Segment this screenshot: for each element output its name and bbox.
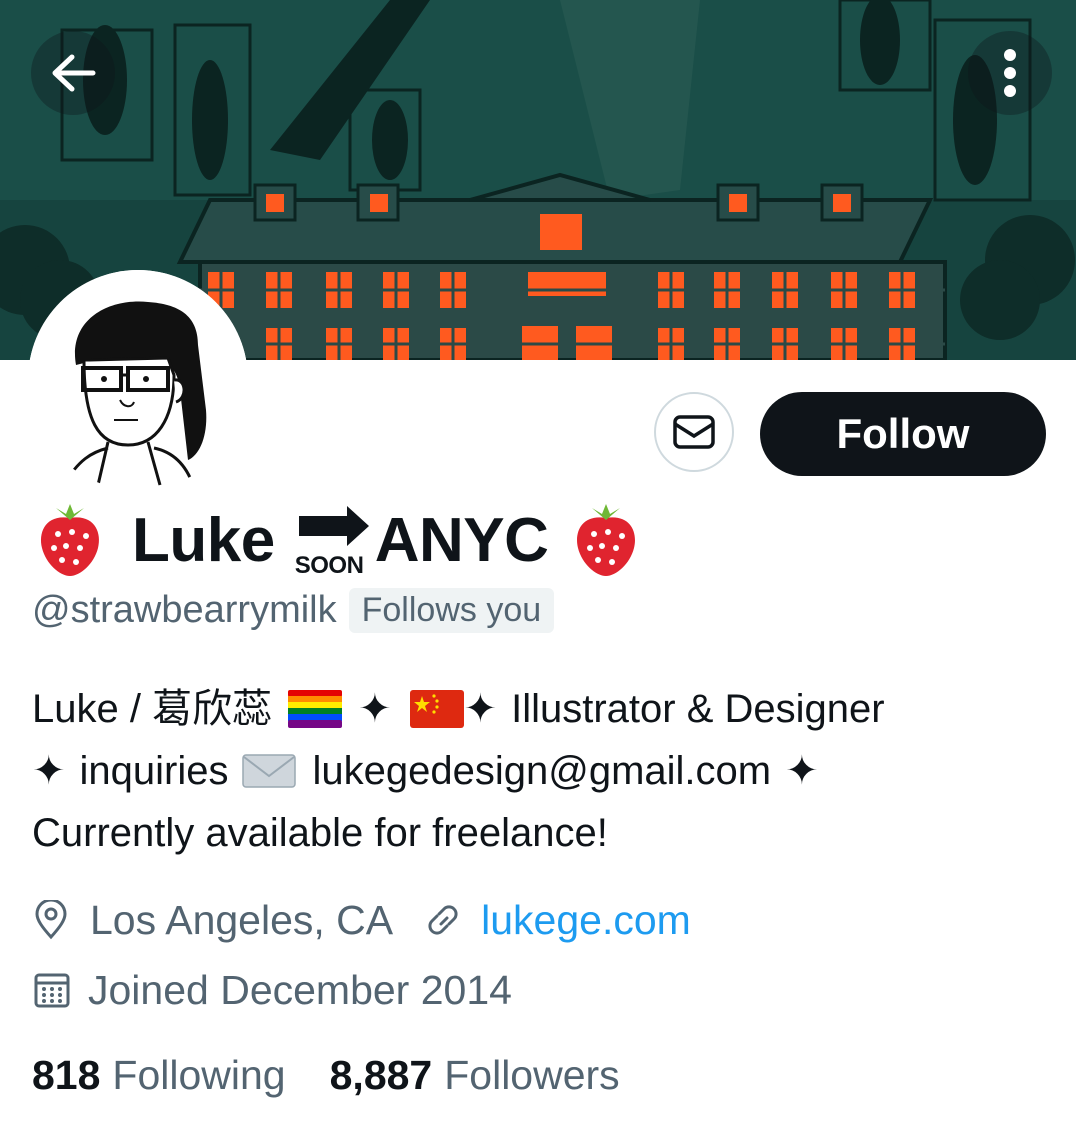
website-link[interactable]: lukege.com (481, 897, 691, 944)
display-name-start: Luke (132, 505, 275, 575)
following-label: Following (112, 1052, 286, 1098)
soon-emoji: SOON (295, 500, 373, 580)
message-button[interactable] (654, 392, 734, 472)
back-button[interactable] (31, 31, 115, 115)
envelope-emoji-icon (242, 754, 297, 788)
followers-link[interactable]: 8,887 Followers (330, 1052, 620, 1099)
profile-bio: Luke / 葛欣蕊 ✦ ✦ Illustrator & Designer ✦ … (32, 678, 1042, 864)
display-name: Luke SOON ANYC (36, 495, 640, 585)
back-arrow-icon (52, 54, 96, 92)
soon-arrow-icon (298, 506, 369, 546)
follows-you-badge: Follows you (348, 587, 555, 633)
calendar-icon (34, 973, 70, 1008)
location-text: Los Angeles, CA (90, 896, 394, 943)
soon-label: SOON (294, 552, 364, 579)
following-link[interactable]: 818 Following (32, 1052, 286, 1099)
follow-stats: 818 Following 8,887 Followers (32, 1052, 620, 1099)
sparkle-text: ✦ (358, 687, 392, 731)
avatar-illustration (28, 270, 248, 490)
profile-meta-joined: Joined December 2014 (32, 960, 512, 1020)
follow-button[interactable]: Follow (760, 392, 1046, 476)
sparkle-text: ✦ (463, 687, 498, 731)
sparkle-text: ✦ (32, 749, 66, 793)
bio-line-3: Currently available for freelance! (32, 802, 1042, 864)
more-vertical-icon (1004, 49, 1016, 97)
avatar[interactable] (28, 270, 248, 490)
link-icon (428, 905, 458, 935)
username-handle: @strawbearrymilk (32, 588, 337, 631)
bio-email-text: lukegedesign@gmail.com (312, 749, 772, 793)
bio-line-2: ✦ inquiries lukegedesign@gmail.com ✦ (32, 740, 1042, 802)
bio-line-1: Luke / 葛欣蕊 ✦ ✦ Illustrator & Designer (32, 678, 1042, 740)
strawberry-icon (577, 504, 636, 576)
following-count: 818 (32, 1052, 101, 1098)
china-flag-icon (409, 690, 464, 728)
strawberry-icon (41, 504, 99, 576)
bio-role-text: Illustrator & Designer (511, 687, 885, 731)
joined-date-text: Joined December 2014 (88, 966, 512, 1013)
bio-name-text: Luke / 葛欣蕊 (32, 687, 273, 731)
rainbow-flag-icon (288, 690, 343, 728)
followers-count: 8,887 (329, 1052, 433, 1098)
more-options-button[interactable] (968, 31, 1052, 115)
display-name-end: ANYC (374, 505, 549, 575)
profile-meta-location: Los Angeles, CA lukege.com (32, 890, 691, 950)
bio-inquiries-text: inquiries (79, 749, 229, 793)
mail-icon (673, 415, 715, 449)
bio-availability-text: Currently available for freelance! (32, 811, 608, 855)
handle-row: @strawbearrymilk Follows you (32, 585, 555, 635)
sparkle-text: ✦ (785, 749, 819, 793)
location-pin-icon (35, 900, 67, 940)
followers-label: Followers (444, 1052, 620, 1098)
